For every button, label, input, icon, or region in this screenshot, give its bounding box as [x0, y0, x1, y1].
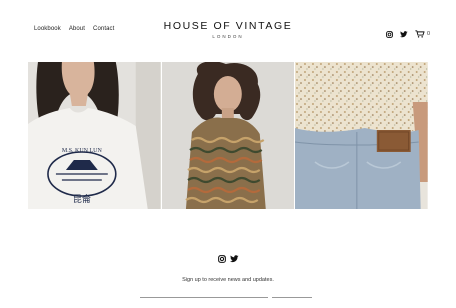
newsletter-signup-text: Sign up to receive news and updates.: [182, 277, 274, 283]
image-gallery: M.S. KUN LUN 昆侖: [28, 62, 429, 209]
site-header: Lookbook About Contact HOUSE OF VINTAGE …: [0, 0, 456, 62]
shirt-text-top: M.S. KUN LUN: [62, 148, 103, 154]
gallery-image-2[interactable]: [161, 62, 295, 209]
cart-icon[interactable]: [415, 25, 425, 43]
email-field[interactable]: [140, 297, 268, 308]
subscribe-button[interactable]: [272, 297, 312, 307]
cart-count: 0: [426, 31, 430, 37]
twitter-icon[interactable]: [229, 250, 239, 268]
newsletter-form: [140, 297, 312, 308]
footer-social: [0, 250, 456, 268]
instagram-icon[interactable]: [386, 25, 393, 43]
gallery-image-1[interactable]: M.S. KUN LUN 昆侖: [28, 62, 161, 209]
instagram-icon[interactable]: [217, 250, 226, 268]
shirt-text-bottom: 昆侖: [73, 193, 91, 205]
header-icons: 0: [386, 25, 430, 43]
twitter-icon[interactable]: [399, 25, 408, 43]
gallery-image-3[interactable]: [295, 62, 429, 209]
